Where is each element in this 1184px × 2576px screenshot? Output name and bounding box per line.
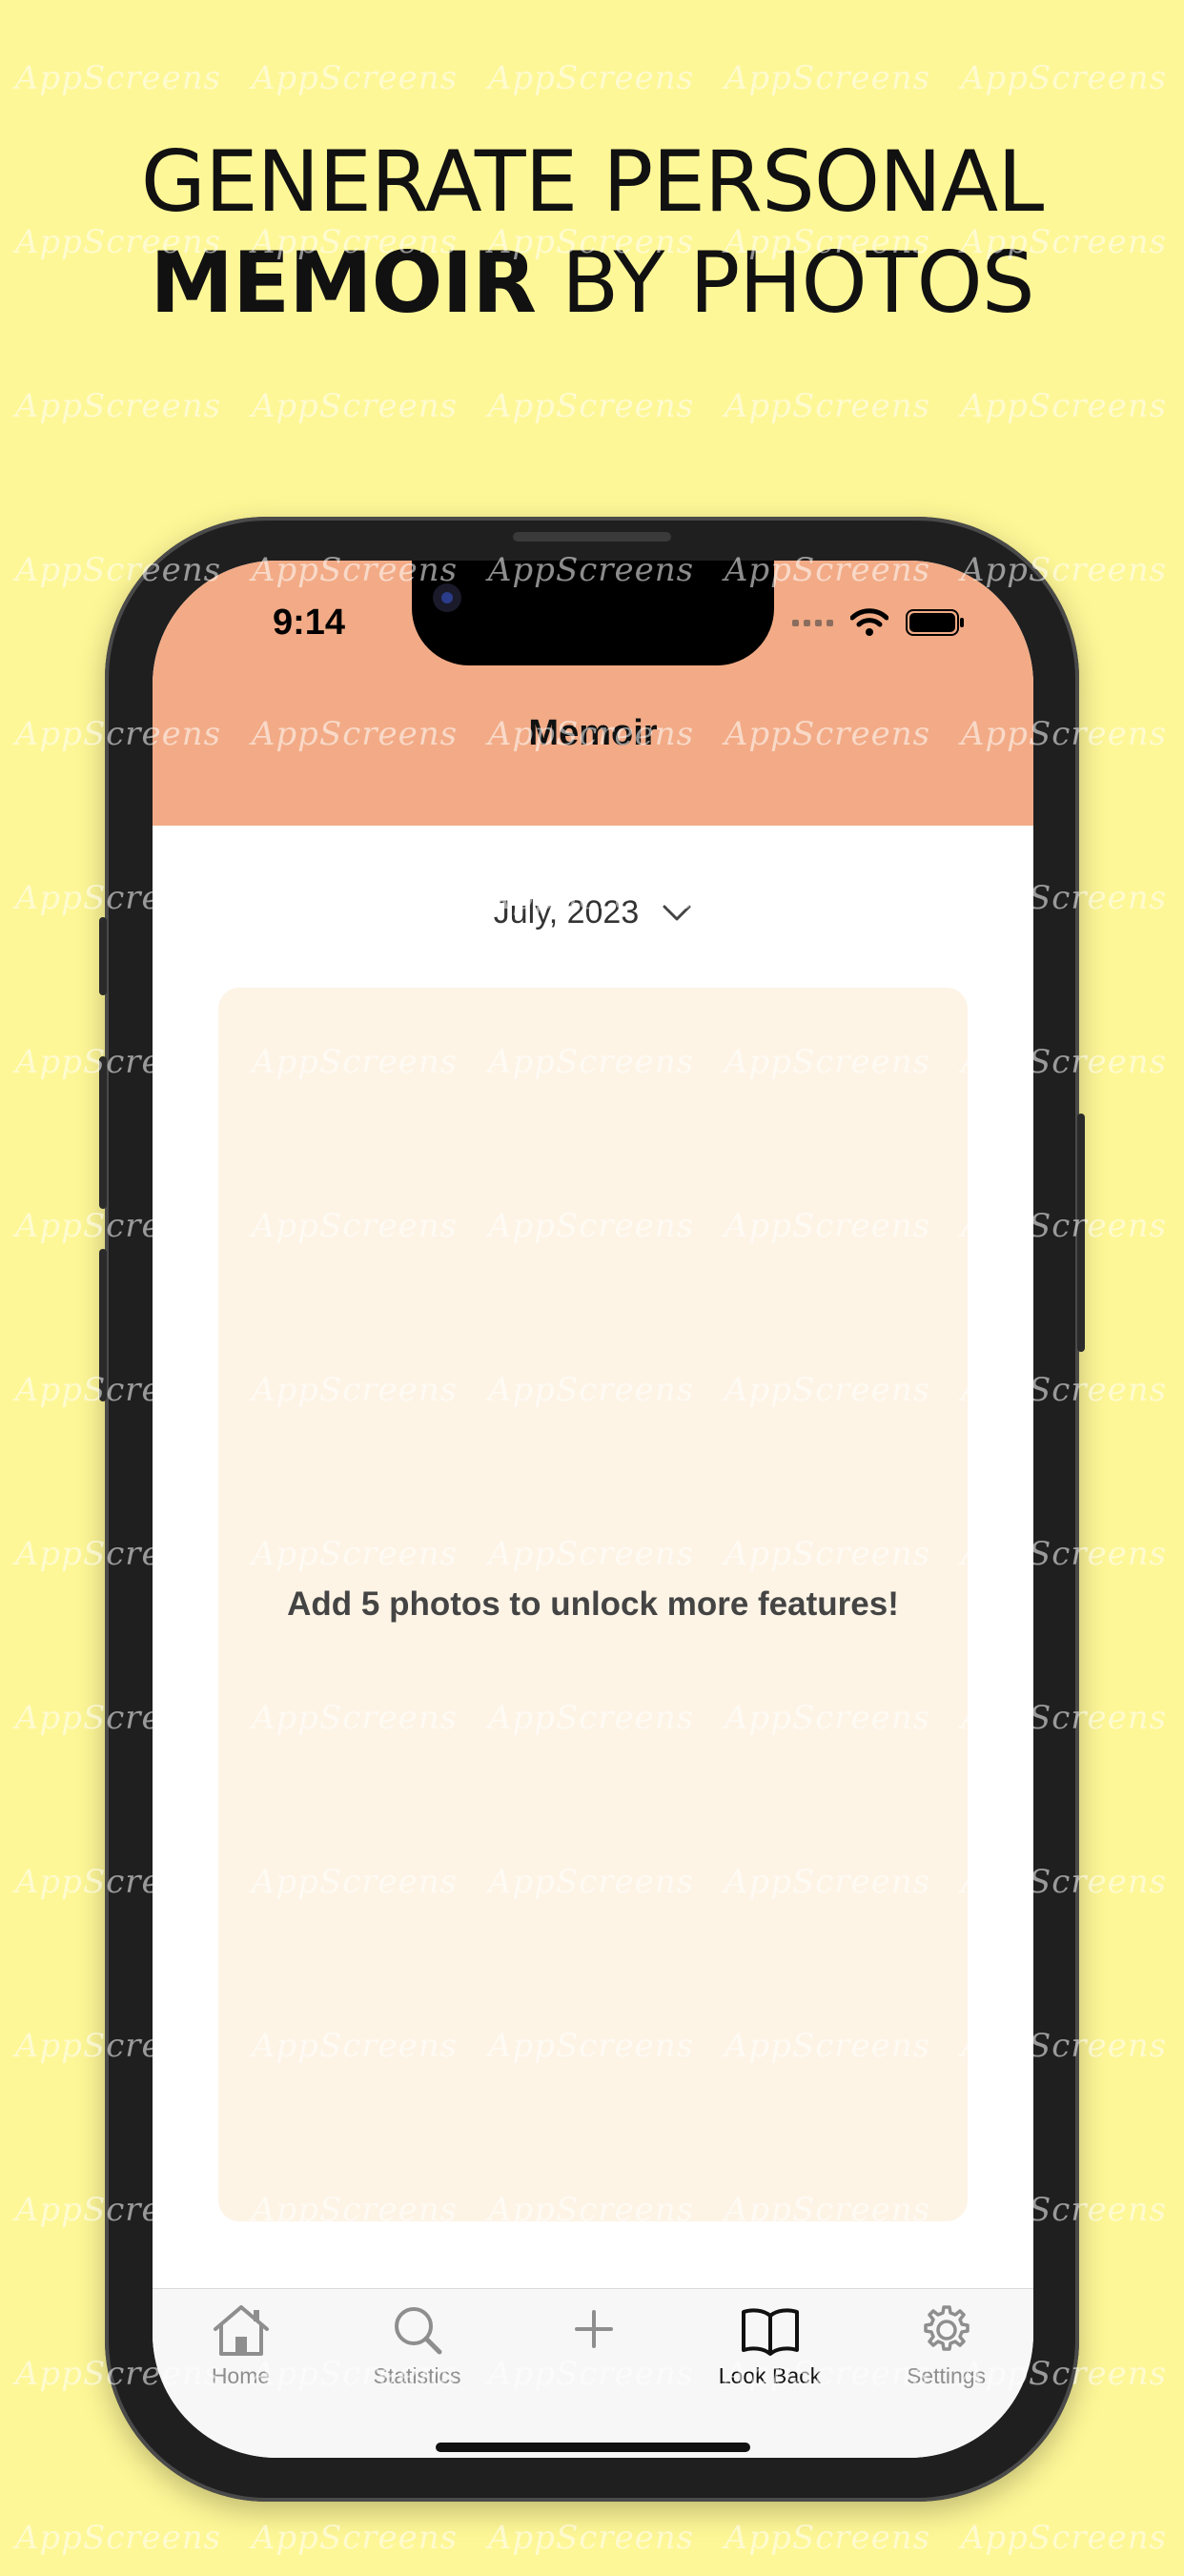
dynamic-notch bbox=[412, 561, 774, 665]
watermark-text: AppScreens bbox=[960, 387, 1168, 425]
nav-header: 9:14 Memoir bbox=[153, 561, 1033, 826]
front-camera-icon bbox=[433, 583, 461, 612]
tab-bar: Home Statistics Look Back Settings bbox=[153, 2288, 1033, 2458]
watermark-text: AppScreens bbox=[14, 59, 222, 97]
tab-label-home: Home bbox=[211, 2363, 271, 2388]
status-time: 9:14 bbox=[273, 603, 346, 643]
tab-add[interactable] bbox=[505, 2302, 682, 2407]
speaker-grille bbox=[513, 532, 671, 542]
watermark-row: AppScreens AppScreens AppScreens AppScreens… bbox=[0, 59, 1184, 116]
watermark-text: AppScreens bbox=[960, 2519, 1168, 2557]
chevron-down-icon bbox=[663, 905, 691, 920]
headline-rest: BY PHOTOS bbox=[535, 234, 1035, 332]
tab-label-settings: Settings bbox=[906, 2363, 987, 2388]
app-screen: 9:14 Memoir July, 2023 Add 5 photos to u… bbox=[153, 561, 1033, 2458]
watermark-text: AppScreens bbox=[487, 2519, 695, 2557]
status-icons bbox=[792, 606, 965, 639]
tab-statistics[interactable]: Statistics bbox=[329, 2302, 505, 2407]
memoir-card: Add 5 photos to unlock more features! bbox=[218, 988, 968, 2221]
watermark-text: AppScreens bbox=[960, 59, 1168, 97]
watermark-text: AppScreens bbox=[724, 59, 931, 97]
watermark-text: AppScreens bbox=[724, 2519, 931, 2557]
headline-line-2: MEMOIR BY PHOTOS bbox=[0, 233, 1184, 334]
signal-icon bbox=[792, 619, 833, 626]
watermark-text: AppScreens bbox=[251, 387, 459, 425]
headline-line-1: GENERATE PERSONAL bbox=[140, 133, 1045, 231]
watermark-text: AppScreens bbox=[14, 387, 222, 425]
house-icon bbox=[213, 2305, 269, 2356]
home-indicator bbox=[436, 2443, 750, 2452]
wifi-icon bbox=[850, 608, 888, 636]
gear-icon bbox=[923, 2305, 970, 2351]
watermark-row: AppScreens AppScreens AppScreens AppScreens… bbox=[0, 387, 1184, 444]
tab-label-statistics: Statistics bbox=[373, 2363, 461, 2388]
watermark-text: AppScreens bbox=[251, 59, 459, 97]
month-selector[interactable]: July, 2023 bbox=[153, 894, 1033, 931]
open-book-icon bbox=[741, 2308, 799, 2356]
plus-icon bbox=[574, 2310, 613, 2348]
watermark-text: AppScreens bbox=[724, 387, 931, 425]
nav-title: Memoir bbox=[528, 713, 658, 753]
tab-look-back[interactable]: Look Back bbox=[682, 2302, 858, 2407]
watermark-row: AppScreens AppScreens AppScreens AppScreens… bbox=[0, 2519, 1184, 2576]
magnifier-icon bbox=[394, 2307, 441, 2355]
volume-down-button bbox=[99, 1249, 107, 1401]
mute-switch bbox=[99, 917, 107, 995]
power-button bbox=[1077, 1114, 1085, 1352]
watermark-text: AppScreens bbox=[487, 59, 695, 97]
marketing-headline: GENERATE PERSONAL MEMOIR BY PHOTOS bbox=[0, 132, 1184, 334]
watermark-text: AppScreens bbox=[487, 387, 695, 425]
tab-label-look-back: Look Back bbox=[718, 2363, 822, 2388]
tab-home[interactable]: Home bbox=[153, 2302, 329, 2407]
watermark-text: AppScreens bbox=[251, 2519, 459, 2557]
watermark-text: AppScreens bbox=[14, 2519, 222, 2557]
volume-up-button bbox=[99, 1056, 107, 1209]
unlock-message: Add 5 photos to unlock more features! bbox=[287, 1585, 899, 1623]
headline-bold-word: MEMOIR bbox=[150, 234, 537, 332]
month-label: July, 2023 bbox=[493, 894, 640, 930]
tab-settings[interactable]: Settings bbox=[858, 2302, 1033, 2407]
battery-icon bbox=[906, 609, 964, 636]
